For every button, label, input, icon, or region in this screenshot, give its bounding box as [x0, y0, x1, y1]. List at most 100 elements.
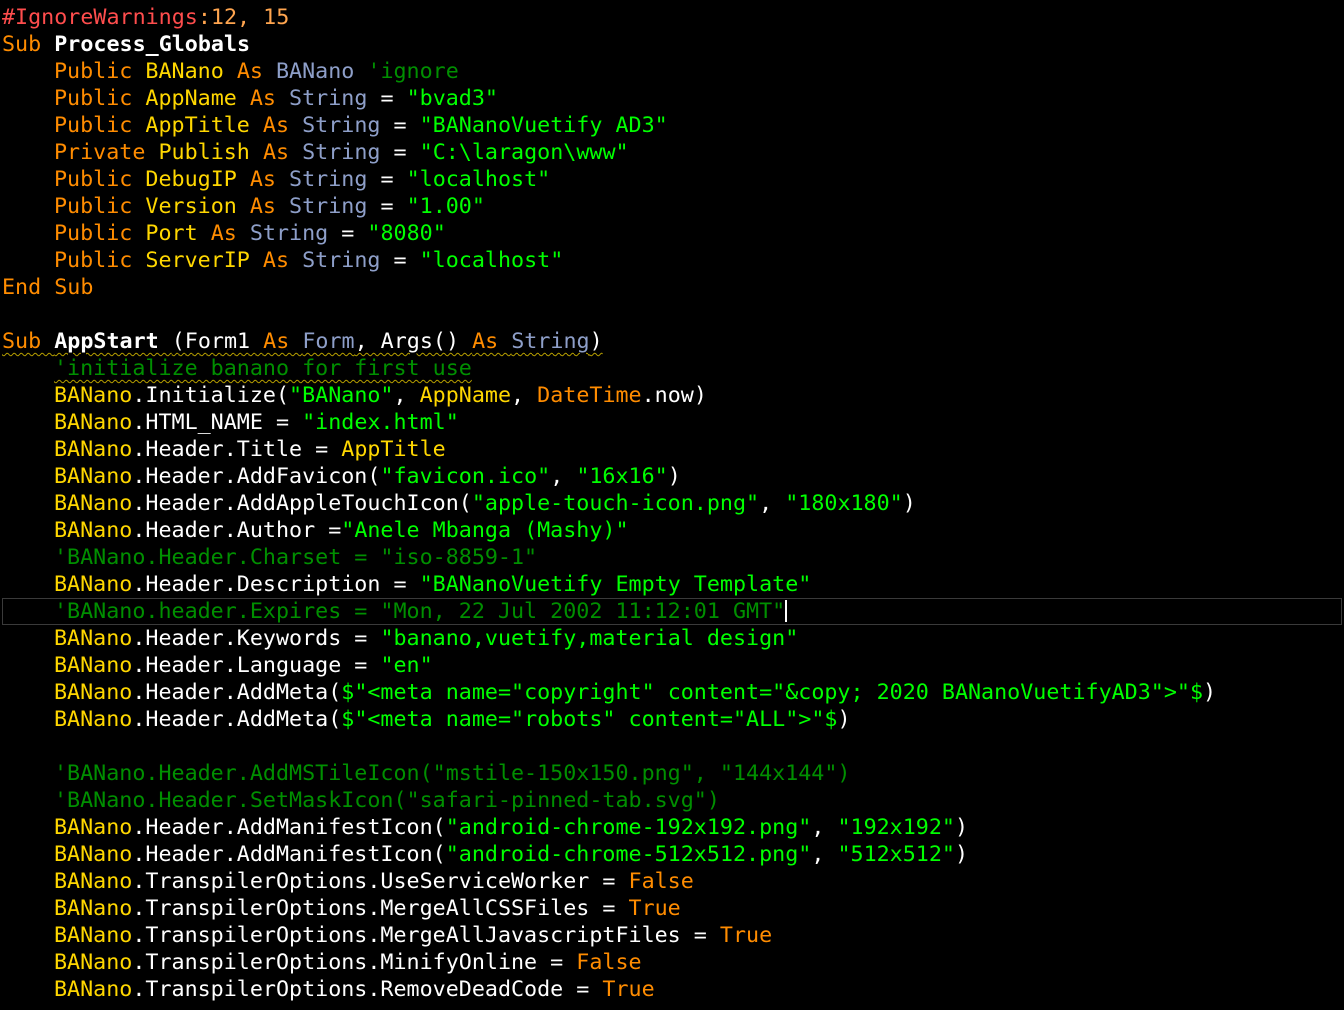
code-token-boolean: True: [719, 923, 773, 948]
code-token-keyword: As: [249, 167, 290, 192]
code-editor[interactable]: #IgnoreWarnings:12, 15 Sub Process_Global…: [0, 0, 1344, 1010]
code-token-keyword: As: [236, 59, 276, 84]
code-line[interactable]: End Sub: [2, 274, 1344, 301]
code-line[interactable]: [2, 301, 1344, 328]
code-token-default: =: [393, 248, 420, 273]
code-token-default: .Header.AddManifestIcon(: [132, 815, 446, 840]
code-token-default: AppStart: [54, 329, 172, 354]
code-line[interactable]: Sub AppStart (Form1 As Form, Args() As S…: [2, 328, 1344, 355]
code-token-type: String: [302, 113, 394, 138]
code-line[interactable]: 'BANano.Header.SetMaskIcon("safari-pinne…: [2, 787, 1344, 814]
code-line[interactable]: BANano.TranspilerOptions.RemoveDeadCode …: [2, 976, 1344, 1003]
code-token-default: =: [393, 140, 420, 165]
code-line[interactable]: 'initialize banano for first use: [2, 355, 1344, 382]
code-line[interactable]: 'BANano.Header.AddMSTileIcon("mstile-150…: [2, 760, 1344, 787]
code-token-type: String: [249, 221, 342, 246]
code-line[interactable]: BANano.HTML_NAME = "index.html": [2, 409, 1344, 436]
code-token-string: "512x512": [837, 842, 955, 867]
code-token-string: "android-chrome-192x192.png": [445, 815, 812, 840]
code-token-default: ): [954, 815, 969, 840]
code-token-boolean: False: [628, 869, 694, 894]
code-line[interactable]: BANano.Header.AddFavicon("favicon.ico", …: [2, 463, 1344, 490]
code-token-keyword: As: [263, 329, 303, 354]
code-token-string: "BANanoVuetify AD3": [419, 113, 668, 138]
code-line[interactable]: 'BANano.header.Expires = "Mon, 22 Jul 20…: [2, 598, 1342, 625]
code-token-identifier: AppTitle: [341, 437, 446, 462]
code-token-number: :12, 15: [197, 5, 290, 30]
code-line[interactable]: BANano.Initialize("BANano", AppName, Dat…: [2, 382, 1344, 409]
code-line[interactable]: Public Version As String = "1.00": [2, 193, 1344, 220]
code-token-type: String: [302, 140, 394, 165]
code-token-default: .Header.Description =: [132, 572, 420, 597]
code-token-identifier: BANano: [54, 491, 133, 516]
code-token-default: .TranspilerOptions.MergeAllCSSFiles =: [132, 896, 629, 921]
code-token-identifier: AppName: [145, 86, 250, 111]
code-token-default: .Header.AddMeta(: [132, 680, 342, 705]
code-token-keyword: Public: [54, 248, 146, 273]
code-token-string: $"<meta name="robots" content="ALL">"$: [341, 707, 838, 732]
code-token-keyword: As: [210, 221, 250, 246]
code-token-identifier: BANano: [54, 815, 133, 840]
code-line[interactable]: BANano.Header.AddMeta($"<meta name="robo…: [2, 706, 1344, 733]
code-line[interactable]: Public Port As String = "8080": [2, 220, 1344, 247]
code-line[interactable]: BANano.TranspilerOptions.MergeAllJavascr…: [2, 922, 1344, 949]
code-token-string: "BANanoVuetify Empty Template": [419, 572, 812, 597]
code-line[interactable]: BANano.Header.AddManifestIcon("android-c…: [2, 841, 1344, 868]
code-token-type: String: [302, 248, 394, 273]
code-line[interactable]: Sub Process_Globals: [2, 31, 1344, 58]
code-token-boolean: True: [628, 896, 681, 921]
code-line[interactable]: BANano.TranspilerOptions.MinifyOnline = …: [2, 949, 1344, 976]
code-token-comment: 'initialize banano for first use: [54, 356, 472, 381]
code-area[interactable]: #IgnoreWarnings:12, 15 Sub Process_Global…: [2, 4, 1344, 1003]
code-line[interactable]: BANano.TranspilerOptions.UseServiceWorke…: [2, 868, 1344, 895]
code-line[interactable]: BANano.Header.Title = AppTitle: [2, 436, 1344, 463]
code-line[interactable]: Public BANano As BANano 'ignore: [2, 58, 1344, 85]
code-line[interactable]: [2, 733, 1344, 760]
code-token-default: .Header.AddManifestIcon(: [132, 842, 446, 867]
code-line[interactable]: BANano.Header.Author ="Anele Mbanga (Mas…: [2, 517, 1344, 544]
code-token-identifier: BANano: [54, 653, 133, 678]
code-token-default: ,: [811, 815, 838, 840]
code-token-default: .TranspilerOptions.RemoveDeadCode =: [132, 977, 603, 1002]
code-token-string: "8080": [367, 221, 446, 246]
code-token-default: ): [589, 329, 603, 354]
code-token-keyword: Public: [54, 113, 146, 138]
code-token-string: "bvad3": [406, 86, 498, 111]
code-line[interactable]: Public AppTitle As String = "BANanoVueti…: [2, 112, 1344, 139]
code-token-string: "C:\laragon\www": [419, 140, 629, 165]
code-token-identifier: BANano: [54, 383, 133, 408]
code-line[interactable]: Public AppName As String = "bvad3": [2, 85, 1344, 112]
code-token-default: =: [380, 194, 407, 219]
code-line[interactable]: BANano.Header.Language = "en": [2, 652, 1344, 679]
code-line[interactable]: Public ServerIP As String = "localhost": [2, 247, 1344, 274]
code-line[interactable]: BANano.Header.Description = "BANanoVueti…: [2, 571, 1344, 598]
code-token-identifier: BANano: [54, 950, 133, 975]
code-token-identifier: BANano: [54, 518, 133, 543]
code-token-type: BANano: [275, 59, 368, 84]
code-line[interactable]: BANano.Header.AddAppleTouchIcon("apple-t…: [2, 490, 1344, 517]
code-line[interactable]: Private Publish As String = "C:\laragon\…: [2, 139, 1344, 166]
code-token-comment: 'BANano.Header.SetMaskIcon("safari-pinne…: [54, 788, 720, 813]
code-line[interactable]: BANano.Header.AddMeta($"<meta name="copy…: [2, 679, 1344, 706]
code-line[interactable]: 'BANano.Header.Charset = "iso-8859-1": [2, 544, 1344, 571]
code-line[interactable]: BANano.Header.Keywords = "banano,vuetify…: [2, 625, 1344, 652]
code-token-keyword: As: [472, 329, 512, 354]
code-line[interactable]: Public DebugIP As String = "localhost": [2, 166, 1344, 193]
code-token-default: ,: [550, 464, 577, 489]
code-token-comment: 'ignore: [367, 59, 459, 84]
code-token-default: =: [380, 86, 407, 111]
code-token-identifier: BANano: [54, 707, 133, 732]
code-token-string: "180x180": [785, 491, 903, 516]
code-token-identifier: BANano: [54, 437, 133, 462]
code-line[interactable]: #IgnoreWarnings:12, 15: [2, 4, 1344, 31]
code-token-default: .HTML_NAME =: [132, 410, 303, 435]
code-line[interactable]: BANano.TranspilerOptions.MergeAllCSSFile…: [2, 895, 1344, 922]
code-token-default: .Header.Language =: [132, 653, 381, 678]
code-token-string: "favicon.ico": [380, 464, 551, 489]
code-line[interactable]: BANano.Header.AddManifestIcon("android-c…: [2, 814, 1344, 841]
code-token-default: .Header.AddFavicon(: [132, 464, 381, 489]
code-token-default: ,: [393, 383, 420, 408]
code-token-type: String: [289, 86, 381, 111]
warning-underline: Sub AppStart (Form1 As Form, Args() As S…: [2, 329, 603, 354]
code-token-type: String: [511, 329, 590, 354]
